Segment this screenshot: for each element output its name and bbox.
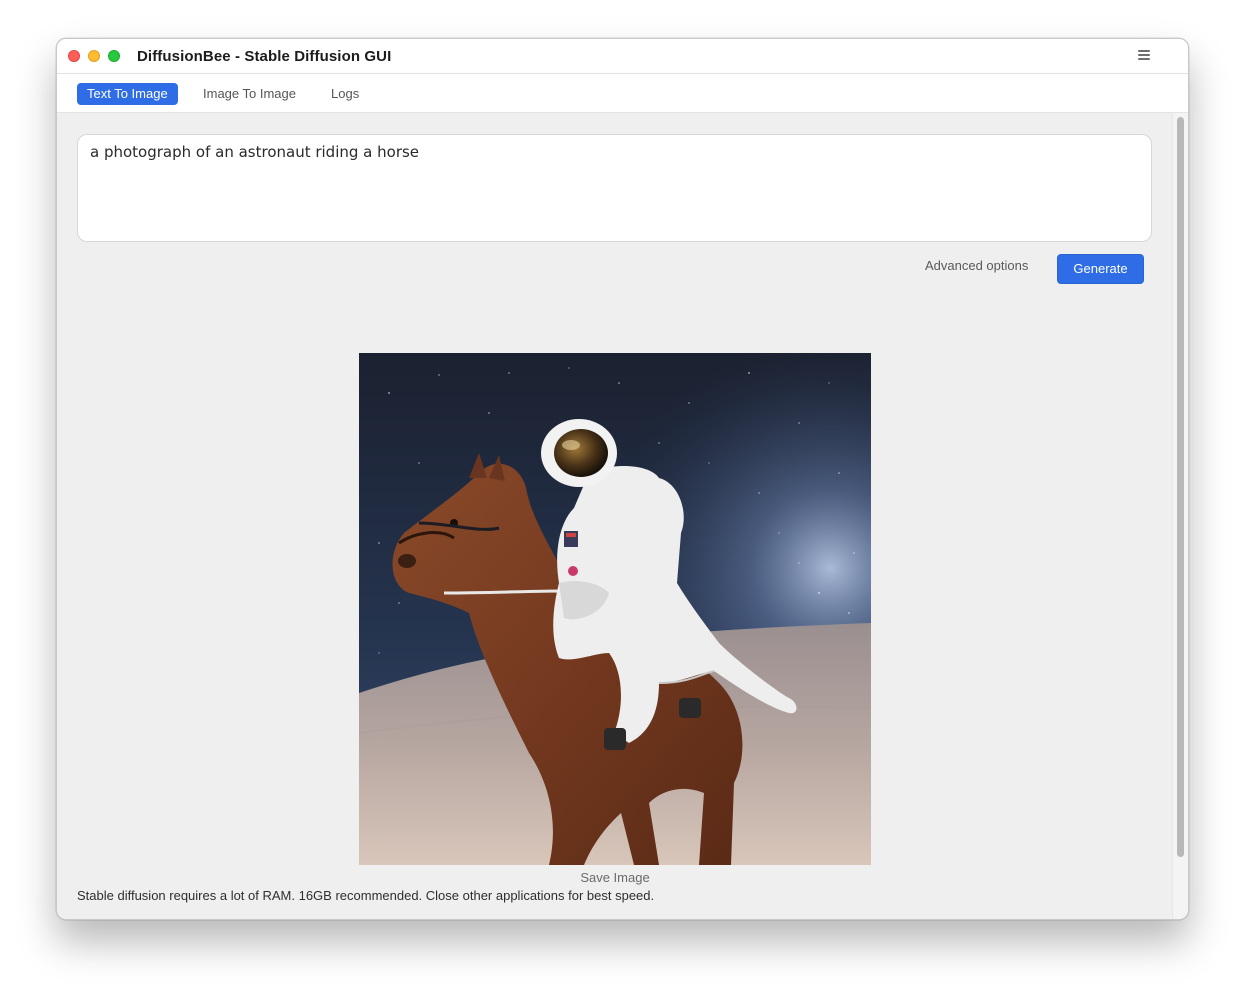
- ram-note: Stable diffusion requires a lot of RAM. …: [77, 888, 655, 903]
- tab-bar: Text To Image Image To Image Logs: [57, 74, 1188, 113]
- title-bar: DiffusionBee - Stable Diffusion GUI: [57, 39, 1188, 74]
- hamburger-menu-icon[interactable]: [1138, 50, 1150, 61]
- close-window-button[interactable]: [68, 50, 80, 62]
- maximize-window-button[interactable]: [108, 50, 120, 62]
- main-content: a photograph of an astronaut riding a ho…: [57, 113, 1173, 919]
- tab-text-to-image[interactable]: Text To Image: [77, 83, 178, 105]
- generate-button[interactable]: Generate: [1057, 254, 1144, 284]
- save-image-button[interactable]: Save Image: [359, 870, 871, 885]
- minimize-window-button[interactable]: [88, 50, 100, 62]
- advanced-options-button[interactable]: Advanced options: [925, 258, 1028, 273]
- tab-image-to-image[interactable]: Image To Image: [193, 83, 306, 105]
- prompt-textarea[interactable]: a photograph of an astronaut riding a ho…: [77, 134, 1152, 242]
- scrollbar-thumb[interactable]: [1177, 117, 1184, 857]
- app-title: DiffusionBee - Stable Diffusion GUI: [137, 48, 392, 65]
- app-window: DiffusionBee - Stable Diffusion GUI Text…: [56, 38, 1189, 920]
- generated-image: [359, 353, 871, 865]
- tab-logs[interactable]: Logs: [321, 83, 369, 105]
- vertical-scrollbar[interactable]: [1172, 113, 1188, 919]
